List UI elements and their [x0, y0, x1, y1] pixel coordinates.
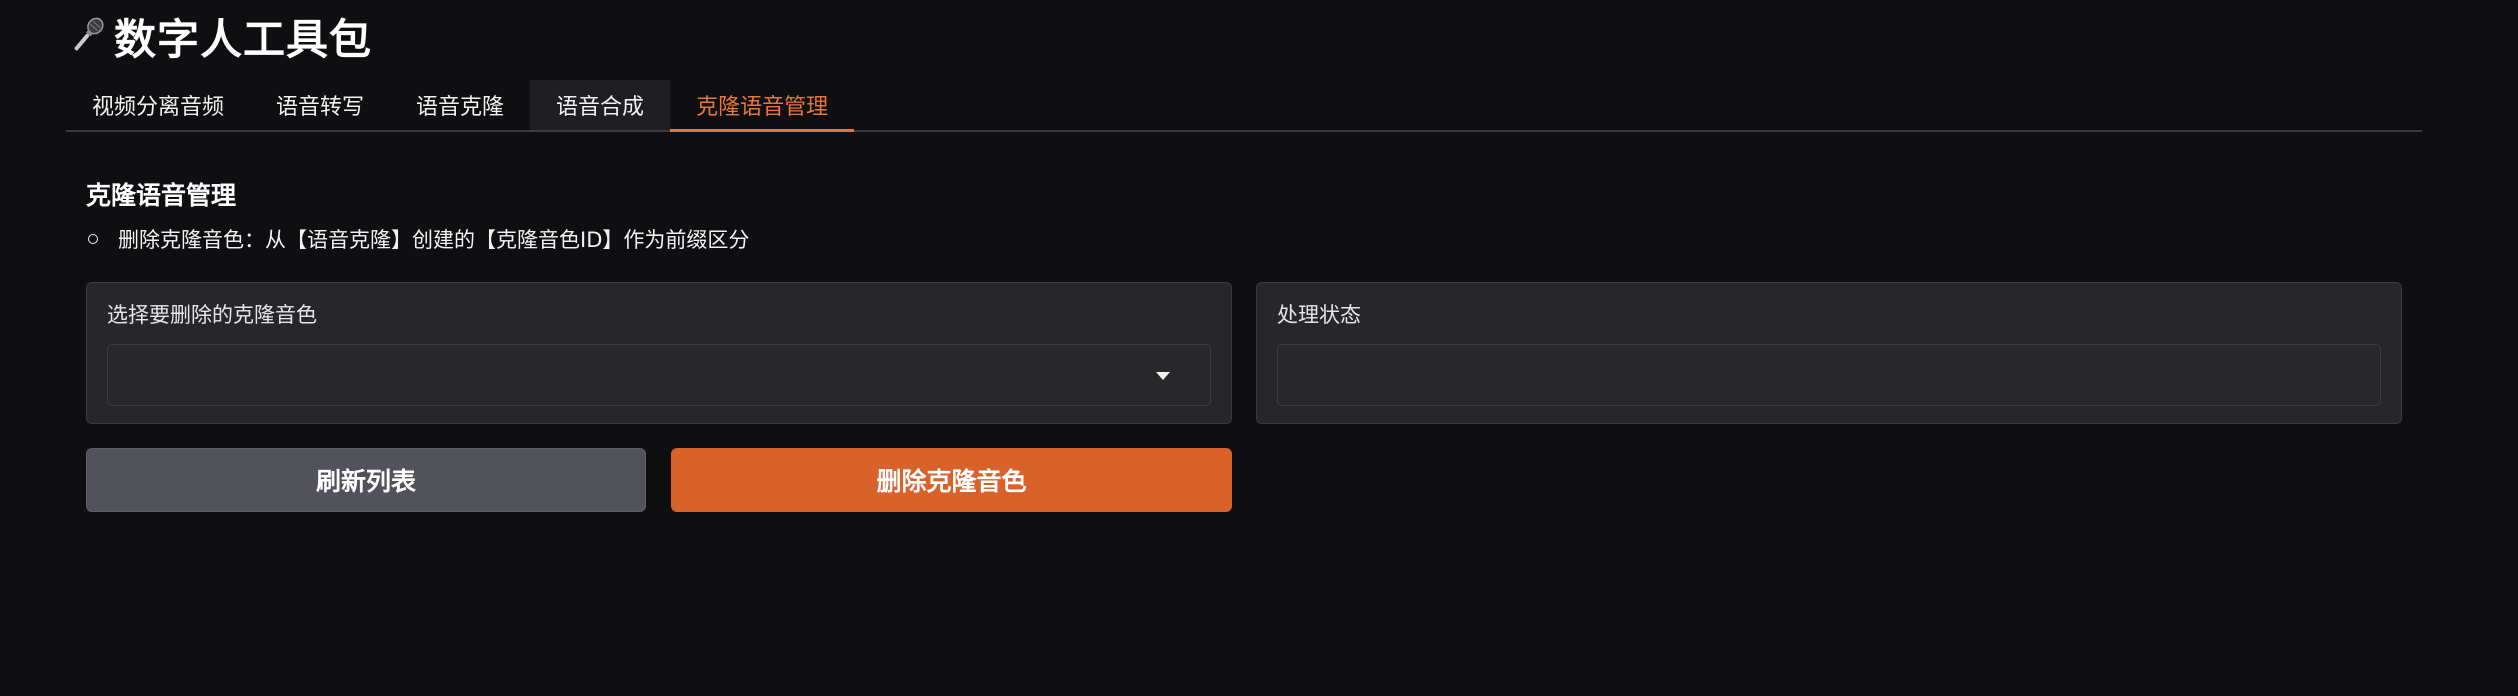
- voice-select-panel: 选择要删除的克隆音色: [86, 282, 1232, 424]
- bullet-item: 删除克隆音色：从【语音克隆】创建的【克隆音色ID】作为前缀区分: [86, 224, 749, 254]
- tab-bar: 视频分离音频 语音转写 语音克隆 语音合成 克隆语音管理: [66, 80, 2422, 132]
- app-header: 数字人工具包: [66, 6, 372, 66]
- section-heading: 克隆语音管理: [86, 181, 237, 210]
- status-textbox[interactable]: [1277, 344, 2381, 406]
- app-page: 数字人工具包 视频分离音频 语音转写 语音克隆 语音合成 克隆语音管理 克隆语音…: [0, 0, 2518, 696]
- voice-select-dropdown[interactable]: [107, 344, 1211, 406]
- tab-video-audio-split[interactable]: 视频分离音频: [66, 80, 250, 130]
- tab-speech-transcription[interactable]: 语音转写: [250, 80, 390, 130]
- dropdown-caret-icon[interactable]: [1156, 372, 1170, 380]
- delete-clone-voice-button[interactable]: 删除克隆音色: [671, 448, 1232, 512]
- app-title: 数字人工具包: [114, 14, 373, 64]
- bullet-marker: [88, 234, 98, 244]
- refresh-list-button[interactable]: 刷新列表: [86, 448, 646, 512]
- status-label: 处理状态: [1277, 303, 1361, 327]
- tab-voice-clone[interactable]: 语音克隆: [390, 80, 530, 130]
- tab-speech-synthesis[interactable]: 语音合成: [530, 80, 671, 130]
- microphone-icon: [66, 13, 108, 59]
- bullet-text: 删除克隆音色：从【语音克隆】创建的【克隆音色ID】作为前缀区分: [118, 228, 750, 252]
- tab-clone-voice-management[interactable]: 克隆语音管理: [670, 80, 855, 132]
- status-panel: 处理状态: [1256, 282, 2402, 424]
- voice-select-label: 选择要删除的克隆音色: [107, 303, 317, 327]
